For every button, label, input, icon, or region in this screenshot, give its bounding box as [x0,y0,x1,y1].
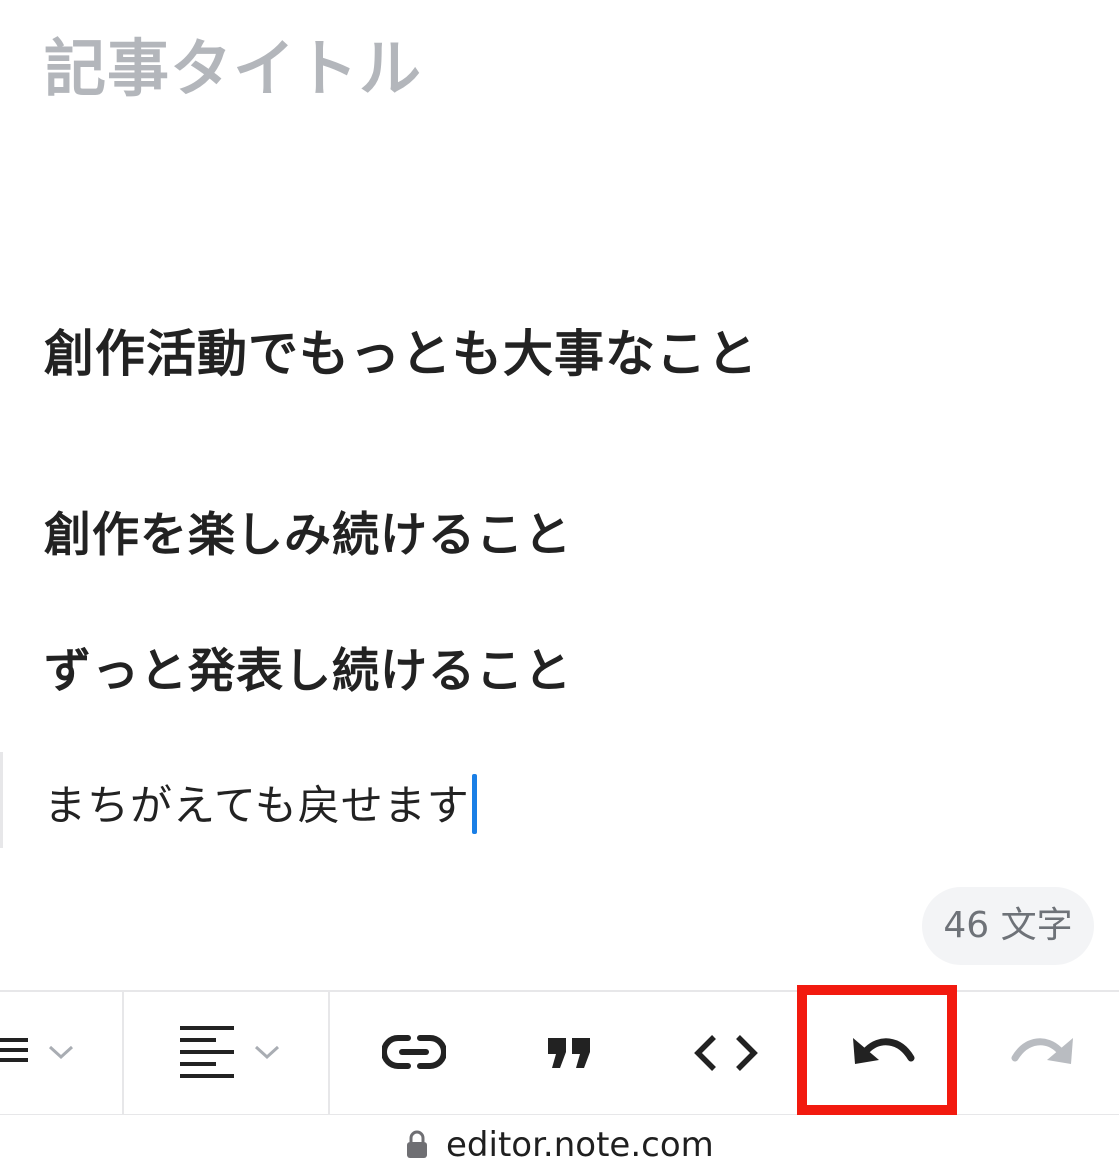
link-button[interactable] [340,992,490,1114]
code-button[interactable] [650,992,800,1114]
list-style-button[interactable] [0,992,122,1114]
undo-highlight-box [797,985,957,1115]
editor-page: 記事タイトル 創作活動でもっとも大事なこと 創作を楽しみ続けること ずっと発表し… [0,0,1119,1175]
body-paragraph-text: まちがえても戻せます [44,781,470,830]
current-line-indicator [0,752,3,848]
quote-icon [548,1038,590,1068]
browser-url-bar[interactable]: editor.note.com [0,1115,1119,1175]
quote-button[interactable] [500,992,640,1114]
align-left-icon [180,1026,234,1078]
url-text: editor.note.com [446,1125,714,1165]
lock-icon [407,1130,427,1158]
redo-icon [1011,1038,1073,1064]
text-caret [471,774,477,834]
redo-button[interactable] [965,992,1119,1114]
toolbar-divider [328,992,330,1114]
chevron-down-icon [254,1045,280,1060]
align-button[interactable] [124,992,328,1114]
article-title-placeholder[interactable]: 記事タイトル [44,18,422,108]
body-paragraph[interactable]: まちがえても戻せます [44,772,477,834]
heading-3[interactable]: ずっと発表し続けること [44,632,572,701]
chevron-down-icon [48,1045,74,1060]
heading-1[interactable]: 創作活動でもっとも大事なこと [44,314,758,386]
list-icon [0,1038,28,1062]
character-count-badge: 46 文字 [922,887,1094,965]
code-icon [694,1035,758,1071]
link-icon [382,1035,446,1069]
heading-2[interactable]: 創作を楽しみ続けること [44,496,572,565]
